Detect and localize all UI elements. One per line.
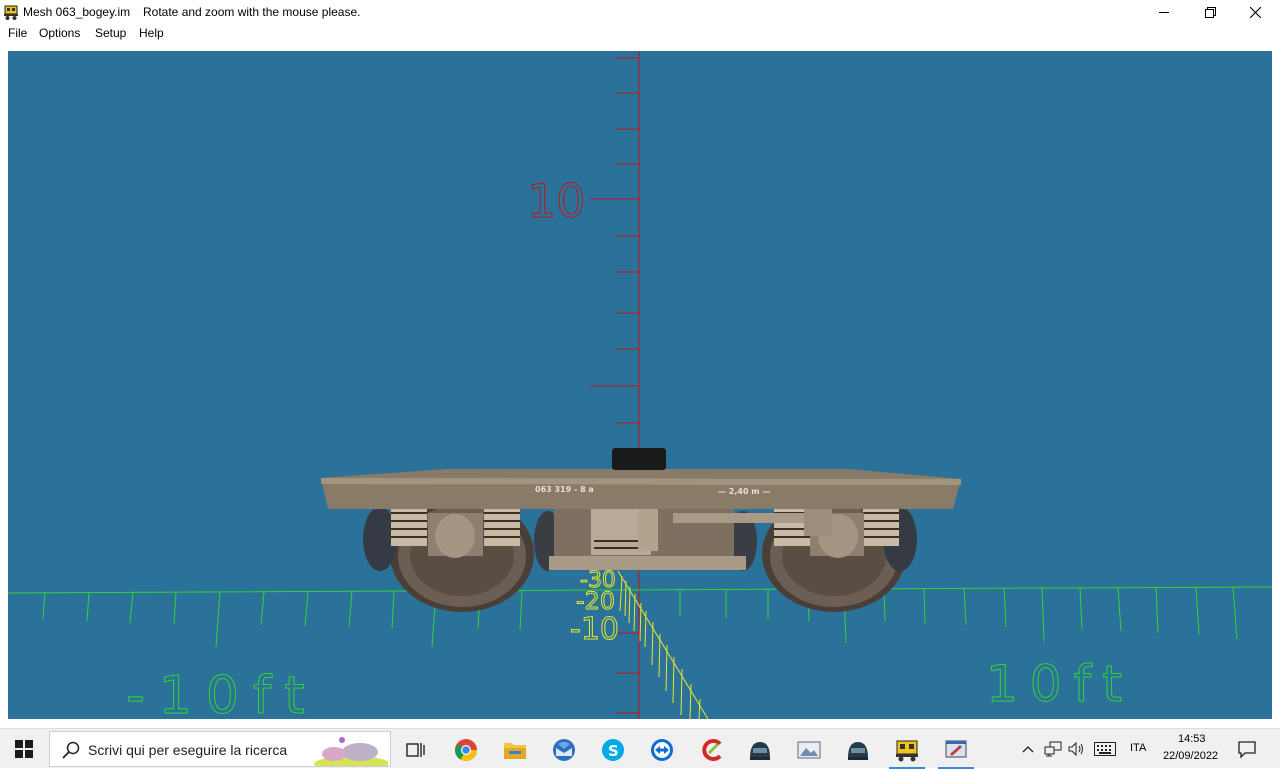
start-button[interactable] <box>0 729 48 769</box>
search-icon <box>62 741 80 759</box>
window-title: Mesh 063_bogey.im <box>23 5 131 19</box>
clock-date[interactable]: 22/09/2022 <box>1163 750 1218 762</box>
depth-axis <box>617 570 709 719</box>
search-box[interactable]: Scrivi qui per eseguire la ricerca <box>49 731 391 767</box>
search-highlight-illustration-icon <box>314 737 388 766</box>
notifications-button[interactable] <box>1234 737 1260 761</box>
file-explorer-icon <box>504 743 526 759</box>
ccleaner-icon <box>702 739 722 761</box>
window-message: Rotate and zoom with the mouse please. <box>143 5 361 19</box>
active-app-icon <box>945 740 967 758</box>
tray-volume[interactable] <box>1066 737 1088 761</box>
menu-help[interactable]: Help <box>139 26 164 40</box>
bogey-app-icon <box>4 5 18 20</box>
clock-time[interactable]: 14:53 <box>1178 733 1206 745</box>
3d-viewport[interactable]: 10 -10ft 10ft -30 -20 -10 063 319 - 8 a … <box>8 51 1272 719</box>
notification-icon <box>1238 741 1256 758</box>
taskbar-thunderbird[interactable] <box>542 733 586 767</box>
ground-label-10ft: 10ft <box>986 655 1134 713</box>
taskbar: Scrivi qui per eseguire la ricerca S ITA… <box>0 728 1280 769</box>
taskbar-image-viewer[interactable] <box>787 733 831 767</box>
taskbar-active-app[interactable] <box>934 733 978 769</box>
frame-text-right: — 2,40 m — <box>718 487 770 496</box>
skype-icon: S <box>602 739 624 761</box>
ground-label-minus-10ft: -10ft <box>126 666 319 719</box>
network-icon <box>1044 741 1062 757</box>
title-bar: Mesh 063_bogey.im Rotate and zoom with t… <box>0 0 1280 24</box>
chevron-up-icon <box>1022 746 1034 753</box>
depth-label-minus-10: -10 <box>570 612 619 647</box>
speaker-icon <box>1068 741 1083 757</box>
image-viewer-icon <box>797 741 821 759</box>
taskbar-mesh-viewer[interactable] <box>885 733 929 769</box>
tray-network[interactable] <box>1042 737 1064 761</box>
teamviewer-icon <box>651 739 673 761</box>
taskbar-trainz[interactable] <box>738 733 782 767</box>
bogey-frame <box>321 469 961 509</box>
pivot-plate <box>612 448 666 470</box>
thunderbird-icon <box>553 739 575 761</box>
restore-icon <box>1204 6 1216 18</box>
svg-text:S: S <box>608 742 619 760</box>
bogey-model[interactable]: 063 319 - 8 a — 2,40 m — <box>321 448 961 612</box>
input-language[interactable]: ITA <box>1130 742 1146 754</box>
taskbar-ccleaner[interactable] <box>690 733 734 767</box>
frame-text-left: 063 319 - 8 a <box>535 485 594 494</box>
restore-button[interactable] <box>1187 0 1233 24</box>
mesh-viewer-icon <box>896 740 918 762</box>
menu-setup[interactable]: Setup <box>95 26 126 40</box>
trainz-icon-2 <box>848 742 868 760</box>
search-placeholder: Scrivi qui per eseguire la ricerca <box>88 742 288 758</box>
tray-keyboard[interactable] <box>1092 737 1118 761</box>
trainz-icon <box>750 742 770 760</box>
minimize-button[interactable] <box>1141 0 1187 24</box>
depth-label-minus-20: -20 <box>576 587 615 615</box>
minimize-icon <box>1159 12 1169 13</box>
vertical-axis-label-10: 10 <box>527 174 586 228</box>
keyboard-icon <box>1094 742 1116 756</box>
taskbar-skype[interactable]: S <box>591 733 635 767</box>
chrome-icon <box>455 739 477 761</box>
taskbar-trainz-2[interactable] <box>836 733 880 767</box>
taskbar-file-explorer[interactable] <box>493 733 537 767</box>
windows-logo-icon <box>15 740 33 758</box>
tray-overflow-button[interactable] <box>1018 737 1038 761</box>
taskbar-teamviewer[interactable] <box>640 733 684 767</box>
menu-options[interactable]: Options <box>39 26 80 40</box>
taskbar-chrome[interactable] <box>444 733 488 767</box>
task-view-button[interactable] <box>394 733 438 767</box>
task-view-icon <box>406 743 425 757</box>
close-icon <box>1249 6 1261 18</box>
menu-bar: File Options Setup Help <box>0 24 1280 43</box>
menu-file[interactable]: File <box>8 26 27 40</box>
close-button[interactable] <box>1232 0 1278 24</box>
scene-canvas[interactable]: 10 -10ft 10ft -30 -20 -10 063 319 - 8 a … <box>8 51 1272 719</box>
